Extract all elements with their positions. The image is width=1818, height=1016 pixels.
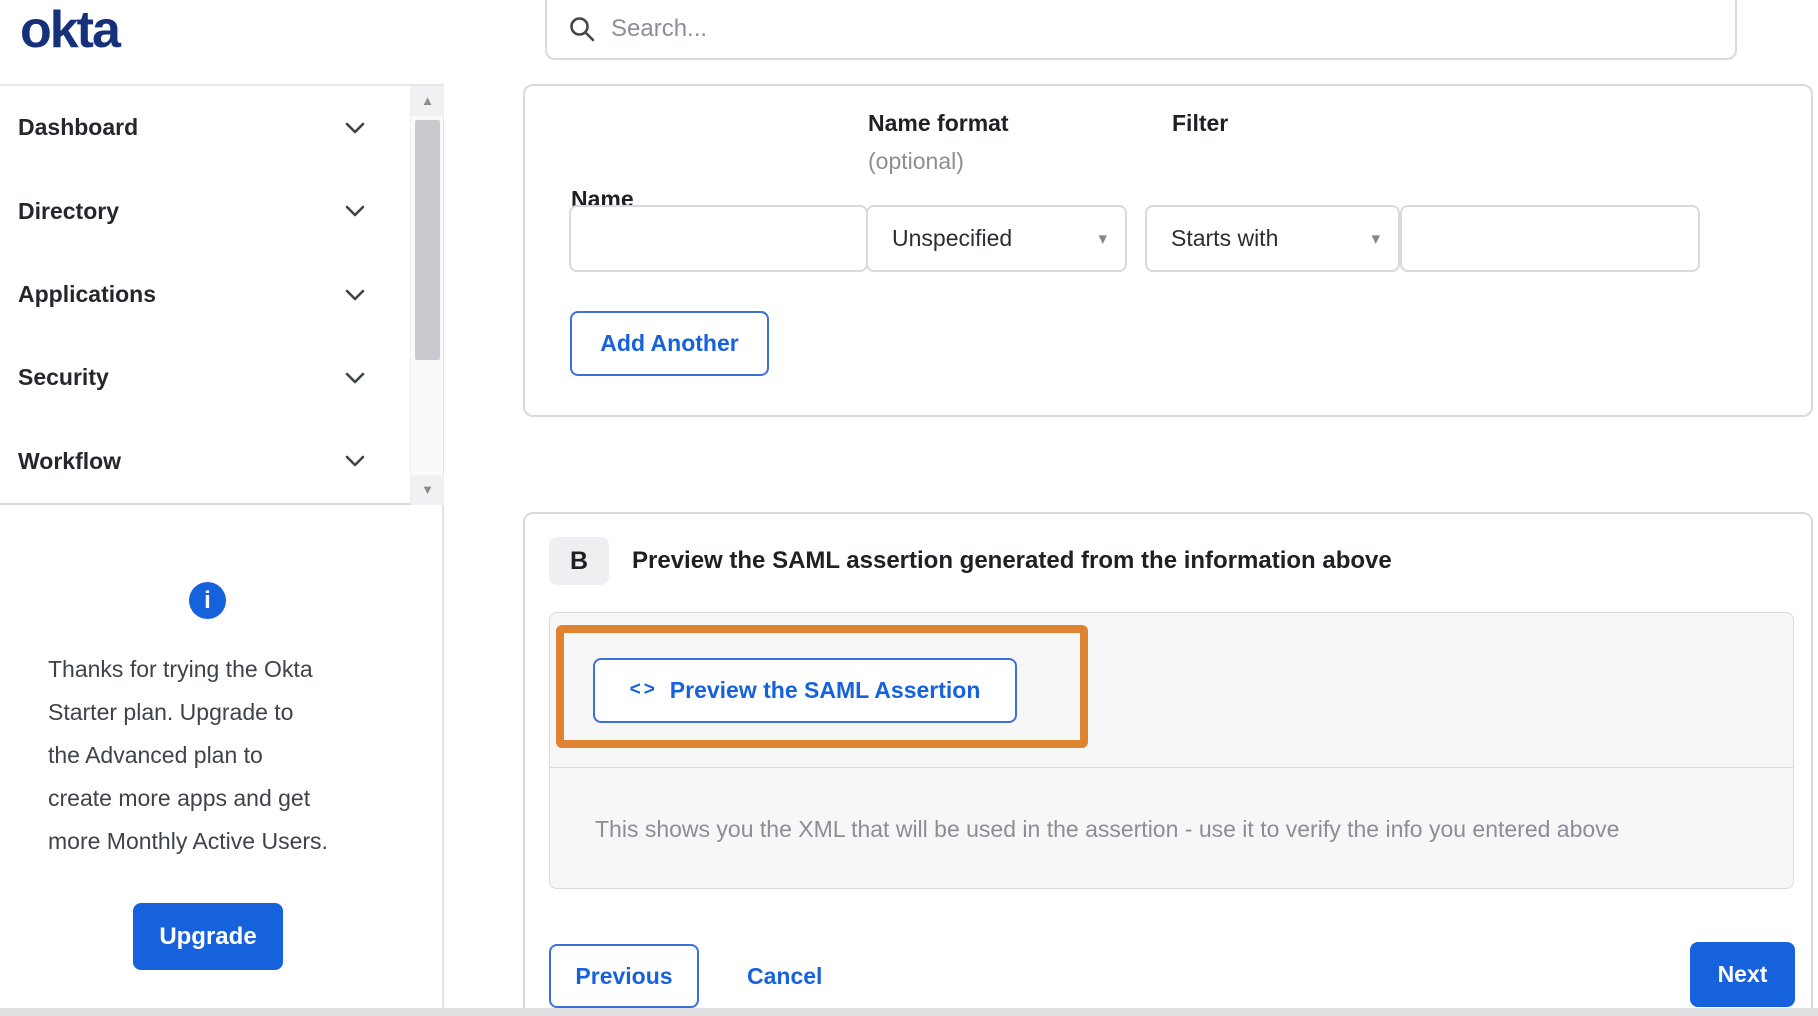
info-icon: i	[189, 582, 226, 619]
sidebar-item-label: Dashboard	[18, 114, 139, 141]
name-format-hint: (optional)	[868, 148, 964, 174]
chevron-down-icon	[345, 205, 365, 217]
name-format-column-label: Name format	[868, 110, 1009, 136]
sidebar-item-label: Directory	[18, 197, 119, 224]
okta-logo[interactable]: okta	[20, 0, 121, 60]
trial-notice-line: create more apps and get	[48, 785, 311, 811]
step-badge: B	[549, 537, 609, 585]
window-bottom-edge	[0, 1008, 1818, 1016]
filter-type-select[interactable]: Starts with ▾	[1145, 205, 1400, 272]
sidebar-item-applications[interactable]: Applications	[0, 253, 443, 336]
sidebar-item-directory[interactable]: Directory	[0, 169, 443, 252]
caret-down-icon: ▾	[1098, 228, 1107, 248]
sidebar-nav: Dashboard Directory Applications Securit…	[0, 84, 443, 505]
chevron-down-icon	[345, 289, 365, 300]
sidebar-item-label: Security	[18, 364, 109, 391]
step-heading: Preview the SAML assertion generated fro…	[632, 547, 1392, 574]
search-icon	[570, 17, 595, 42]
sidebar-item-label: Workflow	[18, 447, 122, 474]
global-search[interactable]	[545, 0, 1737, 60]
previous-button[interactable]: Previous	[549, 944, 699, 1008]
name-format-select[interactable]: Unspecified ▾	[866, 205, 1127, 272]
sidebar-scrollbar: ▲ ▼	[410, 86, 444, 505]
attribute-name-input[interactable]	[569, 205, 868, 272]
add-another-button[interactable]: Add Another	[570, 311, 769, 376]
preview-assertion-card: B Preview the SAML assertion generated f…	[523, 512, 1813, 1016]
scrollbar-down-arrow[interactable]: ▼	[411, 475, 444, 505]
trial-notice-line: the Advanced plan to	[48, 742, 263, 768]
next-button[interactable]: Next	[1690, 942, 1795, 1007]
annotation-highlight-box	[556, 625, 1088, 748]
cancel-link[interactable]: Cancel	[747, 944, 822, 1008]
chevron-down-icon	[345, 122, 365, 134]
trial-notice-line: Starter plan. Upgrade to	[48, 699, 294, 725]
filter-type-value: Starts with	[1171, 225, 1279, 251]
search-input[interactable]	[611, 15, 1661, 43]
sidebar-item-security[interactable]: Security	[0, 336, 443, 419]
chevron-down-icon	[345, 456, 365, 467]
sidebar-item-dashboard[interactable]: Dashboard	[0, 86, 443, 169]
scrollbar-up-arrow[interactable]: ▲	[411, 86, 444, 116]
sidebar-item-label: Applications	[18, 281, 157, 308]
caret-down-icon: ▾	[1371, 228, 1380, 248]
filter-value-input[interactable]	[1400, 205, 1700, 272]
attribute-statements-card: Name Name format (optional) Filter Unspe…	[523, 84, 1813, 417]
name-format-value: Unspecified	[892, 225, 1013, 251]
trial-notice-line: more Monthly Active Users.	[48, 828, 328, 854]
trial-notice: Thanks for trying the Okta Starter plan.…	[48, 648, 388, 863]
preview-description: This shows you the XML that will be used…	[595, 815, 1620, 842]
scrollbar-thumb[interactable]	[415, 120, 440, 360]
chevron-down-icon	[345, 372, 365, 384]
filter-column-label: Filter	[1172, 110, 1229, 136]
upgrade-button[interactable]: Upgrade	[133, 903, 283, 970]
trial-notice-line: Thanks for trying the Okta	[48, 656, 313, 682]
sidebar-item-workflow[interactable]: Workflow	[0, 420, 443, 503]
preview-panel: <> Preview the SAML Assertion This shows…	[549, 612, 1794, 889]
